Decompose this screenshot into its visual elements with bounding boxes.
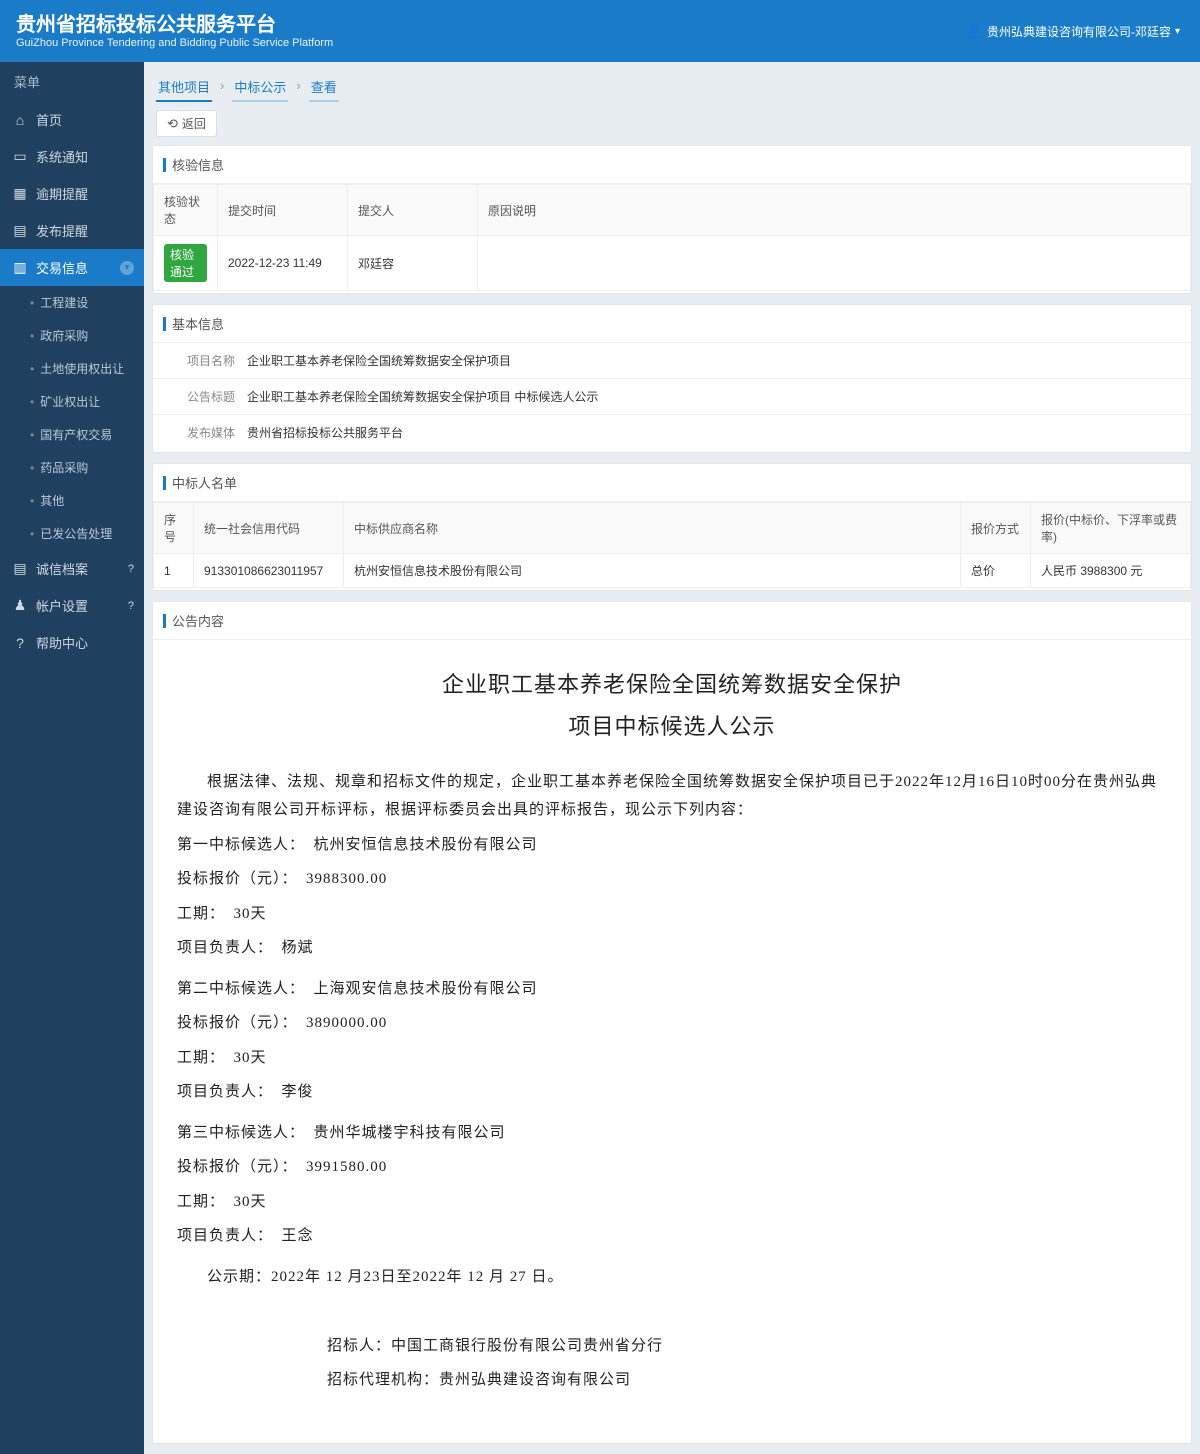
kv-row: 项目名称企业职工基本养老保险全国统筹数据安全保护项目 <box>153 343 1191 379</box>
announce-title-line1: 企业职工基本养老保险全国统筹数据安全保护 <box>177 664 1167 706</box>
announcement-body: 企业职工基本养老保险全国统筹数据安全保护 项目中标候选人公示 根据法律、法规、规… <box>153 640 1191 1441</box>
kv-row: 发布媒体贵州省招标投标公共服务平台 <box>153 415 1191 450</box>
crumb-bid-publicity[interactable]: 中标公示 <box>232 73 288 102</box>
main-content: 其他项目 › 中标公示 › 查看 ⟲ 返回 核验信息 核验状态 提交时间 提交人 <box>144 62 1200 1454</box>
candidate-rank: 第三中标候选人： 贵州华城楼宇科技有限公司 <box>177 1119 1167 1148</box>
app-header: 贵州省招标投标公共服务平台 GuiZhou Province Tendering… <box>0 0 1200 62</box>
nav-home[interactable]: ⌂ 首页 <box>0 101 144 138</box>
buyer-line: 招标人：中国工商银行股份有限公司贵州省分行 <box>177 1332 1167 1361</box>
breadcrumb: 其他项目 › 中标公示 › 查看 <box>144 62 1200 102</box>
folder-icon: ▥ <box>12 259 28 276</box>
candidate-rank: 第一中标候选人： 杭州安恒信息技术股份有限公司 <box>177 831 1167 860</box>
user-name: 贵州弘典建设咨询有限公司-邓廷容 <box>987 23 1171 40</box>
collapse-icon[interactable]: ▾ <box>120 261 134 275</box>
announce-intro: 根据法律、法规、规章和招标文件的规定，企业职工基本养老保险全国统筹数据安全保护项… <box>177 768 1167 825</box>
candidate-duration: 工期： 30天 <box>177 900 1167 929</box>
back-icon: ⟲ <box>167 116 178 132</box>
sidebar-sub-item[interactable]: 矿业权出让 <box>0 385 144 418</box>
winner-panel: 中标人名单 序号 统一社会信用代码 中标供应商名称 报价方式 报价(中标价、下浮… <box>152 463 1192 591</box>
panel-title: 核验信息 <box>153 146 1191 184</box>
app-title-cn: 贵州省招标投标公共服务平台 <box>16 13 333 37</box>
kv-value: 贵州省招标投标公共服务平台 <box>241 415 1191 450</box>
candidate-block: 第二中标候选人： 上海观安信息技术股份有限公司投标报价（元）： 3890000.… <box>177 975 1167 1107</box>
verify-table: 核验状态 提交时间 提交人 原因说明 核验通过 2022-12-23 11:49… <box>153 184 1191 291</box>
nav-trade-sub: 工程建设政府采购土地使用权出让矿业权出让国有产权交易药品采购其他已发公告处理 <box>0 286 144 550</box>
user-icon: 👤 <box>966 23 983 40</box>
publicity-period: 公示期：2022年 12 月23日至2022年 12 月 27 日。 <box>177 1263 1167 1292</box>
sidebar-group-title: 菜单 <box>0 62 144 101</box>
nav-system-notice[interactable]: ▭ 系统通知 <box>0 138 144 175</box>
nav-account-settings[interactable]: ♟ 帐户设置 ? <box>0 587 144 624</box>
panel-title: 基本信息 <box>153 305 1191 343</box>
nav-trade-info[interactable]: ▥ 交易信息 ▾ <box>0 249 144 286</box>
calendar-icon: ▦ <box>12 185 28 202</box>
table-row: 核验通过 2022-12-23 11:49 邓廷容 <box>154 236 1191 291</box>
crumb-other-projects[interactable]: 其他项目 <box>156 73 212 102</box>
title-bar-icon <box>163 158 166 172</box>
nav-publish-reminder[interactable]: ▤ 发布提醒 <box>0 212 144 249</box>
candidate-rank: 第二中标候选人： 上海观安信息技术股份有限公司 <box>177 975 1167 1004</box>
candidate-price: 投标报价（元）： 3991580.00 <box>177 1153 1167 1182</box>
agent-line: 招标代理机构：贵州弘典建设咨询有限公司 <box>177 1366 1167 1395</box>
candidate-price: 投标报价（元）： 3988300.00 <box>177 865 1167 894</box>
back-button[interactable]: ⟲ 返回 <box>156 110 217 137</box>
chevron-right-icon: › <box>296 78 300 97</box>
candidate-pm: 项目负责人： 李俊 <box>177 1078 1167 1107</box>
home-icon: ⌂ <box>12 112 28 128</box>
candidate-block: 第三中标候选人： 贵州华城楼宇科技有限公司投标报价（元）： 3991580.00… <box>177 1119 1167 1251</box>
title-bar-icon <box>163 317 166 331</box>
app-title-en: GuiZhou Province Tendering and Bidding P… <box>16 37 333 49</box>
status-badge: 核验通过 <box>164 244 207 282</box>
info-icon: ? <box>128 563 134 575</box>
archive-icon: ▤ <box>12 560 28 577</box>
basic-panel: 基本信息 项目名称企业职工基本养老保险全国统筹数据安全保护项目公告标题企业职工基… <box>152 304 1192 453</box>
nav-overdue-reminder[interactable]: ▦ 逾期提醒 <box>0 175 144 212</box>
table-header-row: 核验状态 提交时间 提交人 原因说明 <box>154 185 1191 236</box>
candidate-pm: 项目负责人： 王念 <box>177 1222 1167 1251</box>
candidate-duration: 工期： 30天 <box>177 1044 1167 1073</box>
kv-value: 企业职工基本养老保险全国统筹数据安全保护项目 <box>241 343 1191 378</box>
announce-title-line2: 项目中标候选人公示 <box>177 706 1167 748</box>
candidate-price: 投标报价（元）： 3890000.00 <box>177 1009 1167 1038</box>
title-bar-icon <box>163 476 166 490</box>
crumb-view[interactable]: 查看 <box>309 73 339 102</box>
winner-table: 序号 统一社会信用代码 中标供应商名称 报价方式 报价(中标价、下浮率或费率) … <box>153 502 1191 588</box>
sidebar-sub-item[interactable]: 土地使用权出让 <box>0 352 144 385</box>
sidebar-sub-item[interactable]: 其他 <box>0 484 144 517</box>
sidebar-sub-item[interactable]: 药品采购 <box>0 451 144 484</box>
app-title: 贵州省招标投标公共服务平台 GuiZhou Province Tendering… <box>16 13 333 49</box>
panel-title: 公告内容 <box>153 602 1191 640</box>
nav-help-center[interactable]: ? 帮助中心 <box>0 624 144 661</box>
sidebar: 菜单 ⌂ 首页 ▭ 系统通知 ▦ 逾期提醒 ▤ 发布提醒 ▥ 交易信息 ▾ 工程… <box>0 62 144 1454</box>
kv-row: 公告标题企业职工基本养老保险全国统筹数据安全保护项目 中标候选人公示 <box>153 379 1191 415</box>
kv-label: 项目名称 <box>153 343 241 378</box>
table-row: 1913301086623011957杭州安恒信息技术股份有限公司总价人民币 3… <box>154 554 1191 588</box>
monitor-icon: ▭ <box>12 148 28 165</box>
sidebar-sub-item[interactable]: 政府采购 <box>0 319 144 352</box>
candidate-pm: 项目负责人： 杨斌 <box>177 934 1167 963</box>
candidate-duration: 工期： 30天 <box>177 1188 1167 1217</box>
user-menu[interactable]: 👤 贵州弘典建设咨询有限公司-邓廷容 ▾ <box>966 23 1180 40</box>
chevron-down-icon: ▾ <box>1175 26 1180 37</box>
account-icon: ♟ <box>12 597 28 614</box>
sidebar-sub-item[interactable]: 已发公告处理 <box>0 517 144 550</box>
kv-label: 公告标题 <box>153 379 241 414</box>
title-bar-icon <box>163 614 166 628</box>
info-icon: ? <box>128 600 134 612</box>
nav-integrity-archive[interactable]: ▤ 诚信档案 ? <box>0 550 144 587</box>
sidebar-sub-item[interactable]: 国有产权交易 <box>0 418 144 451</box>
publish-icon: ▤ <box>12 222 28 239</box>
content-panel: 公告内容 企业职工基本养老保险全国统筹数据安全保护 项目中标候选人公示 根据法律… <box>152 601 1192 1444</box>
kv-value: 企业职工基本养老保险全国统筹数据安全保护项目 中标候选人公示 <box>241 379 1191 414</box>
help-icon: ? <box>12 635 28 651</box>
chevron-right-icon: › <box>220 78 224 97</box>
panel-title: 中标人名单 <box>153 464 1191 502</box>
candidate-block: 第一中标候选人： 杭州安恒信息技术股份有限公司投标报价（元）： 3988300.… <box>177 831 1167 963</box>
kv-label: 发布媒体 <box>153 415 241 450</box>
table-header-row: 序号 统一社会信用代码 中标供应商名称 报价方式 报价(中标价、下浮率或费率) <box>154 503 1191 554</box>
verify-panel: 核验信息 核验状态 提交时间 提交人 原因说明 核验通过 2022-12-23 … <box>152 145 1192 294</box>
sidebar-sub-item[interactable]: 工程建设 <box>0 286 144 319</box>
